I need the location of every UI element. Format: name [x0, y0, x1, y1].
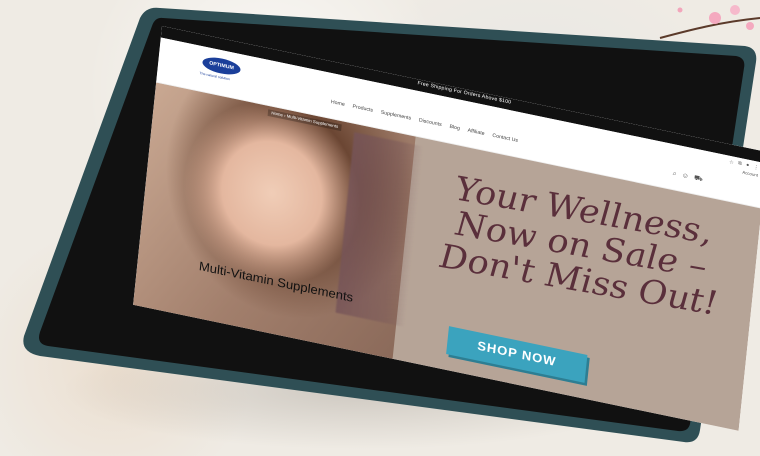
shop-now-button[interactable]: SHOP NOW [446, 326, 588, 383]
menu-icon[interactable]: ⋮ [753, 164, 759, 171]
nav-item-home[interactable]: Home [331, 100, 345, 108]
nav-item-discounts[interactable]: Discounts [419, 118, 442, 128]
star-icon[interactable]: ☆ [729, 159, 734, 166]
nav-item-supplements[interactable]: Supplements [380, 110, 411, 121]
search-icon[interactable]: ⌕ [672, 169, 677, 178]
nav-item-blog[interactable]: Blog [449, 124, 460, 131]
nav-item-products[interactable]: Products [352, 104, 373, 113]
extensions-icon[interactable]: ⧉ [738, 161, 742, 168]
browser-toolbar-icons: ☆ ⧉ ● ⋮ [729, 159, 759, 171]
cart-icon[interactable]: ⛟ [694, 174, 703, 184]
nav-item-contact[interactable]: Contact Us [492, 133, 518, 143]
account-link[interactable]: Account [742, 170, 758, 178]
header-icons: ⌕ ☺ ⛟ [672, 169, 703, 183]
tablet-device: Free Shipping For Orders Above $100 OPTI… [0, 0, 760, 456]
nav-item-affiliate[interactable]: Affiliate [467, 128, 484, 136]
user-icon[interactable]: ☺ [681, 171, 689, 181]
profile-icon[interactable]: ● [746, 163, 750, 169]
